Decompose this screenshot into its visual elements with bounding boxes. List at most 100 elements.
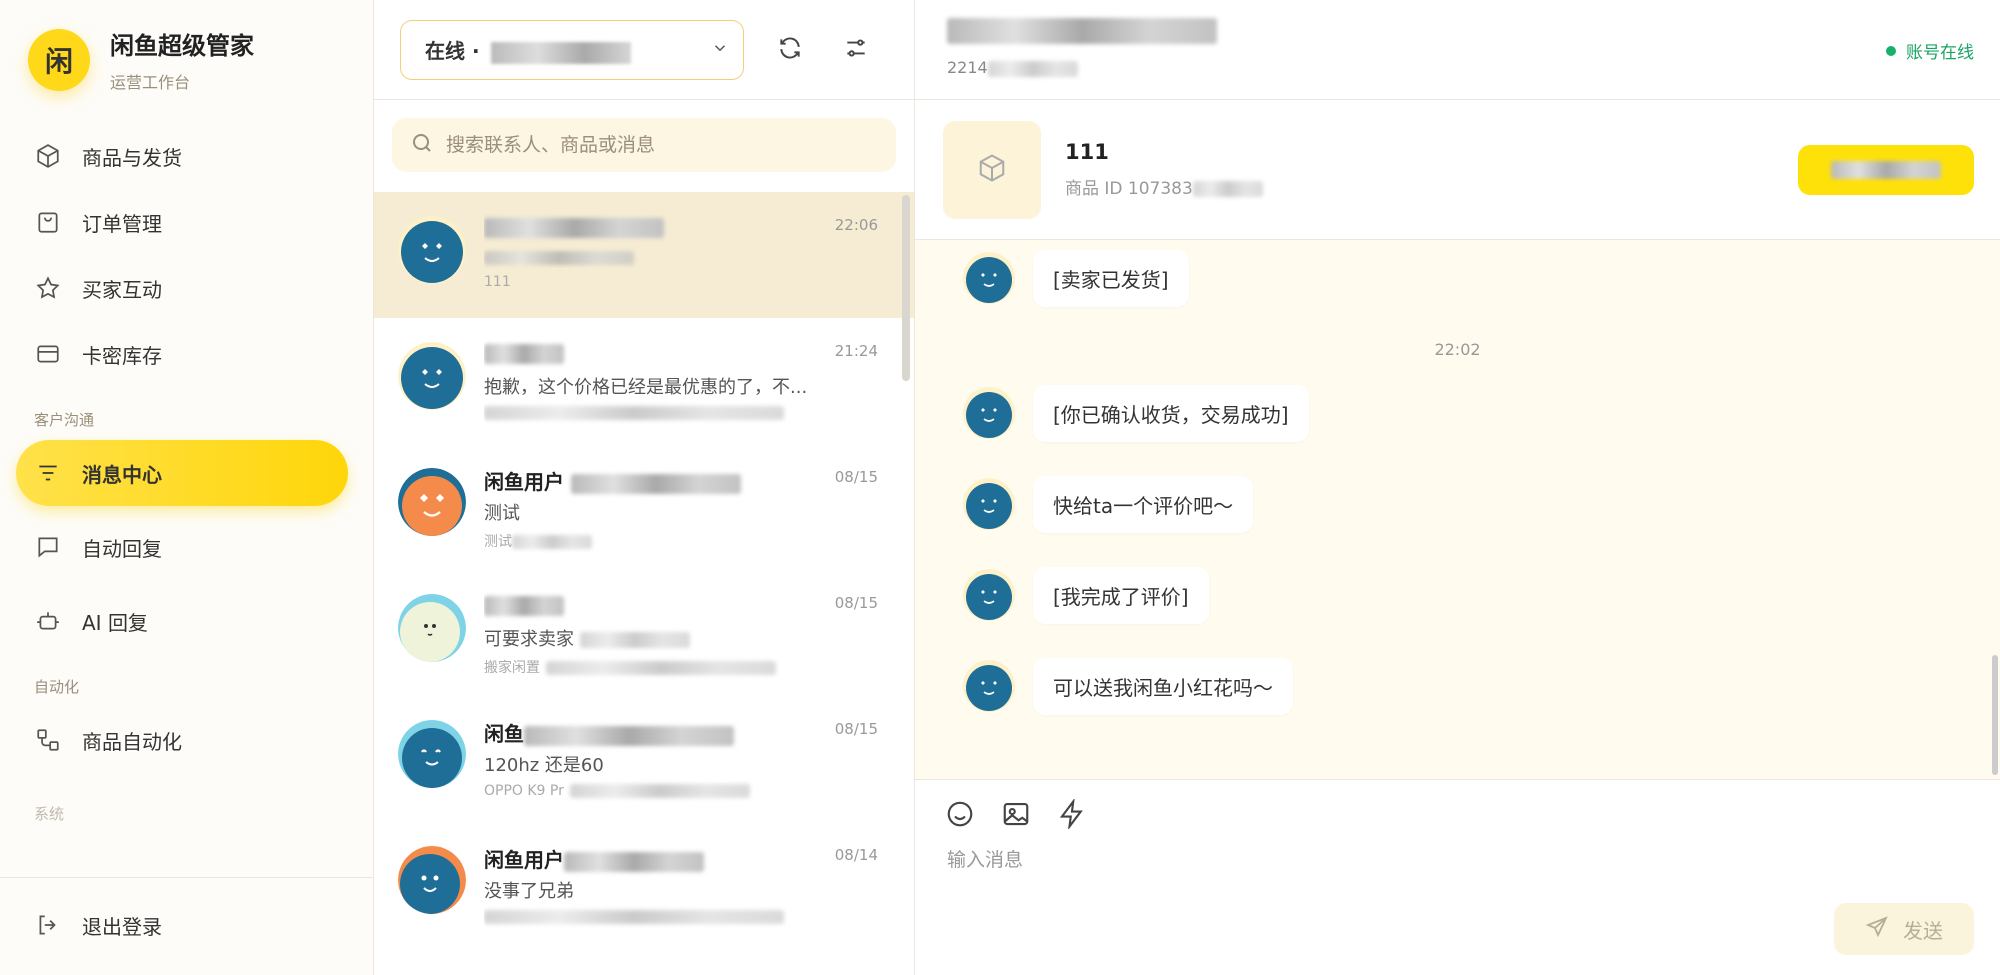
card-icon bbox=[34, 340, 62, 368]
conversation-last-message: 测试 bbox=[484, 503, 520, 524]
conversation-time: 21:24 bbox=[834, 342, 878, 360]
section-label-automation: 自动化 bbox=[34, 678, 80, 696]
sidebar-item-label: 订单管理 bbox=[82, 211, 162, 236]
brand-title: 闲鱼超级管家 bbox=[110, 32, 254, 60]
conversation-name: 闲鱼用户 bbox=[484, 466, 878, 496]
brand-subtitle: 运营工作台 bbox=[110, 73, 191, 92]
status-select-label: 在线 · bbox=[425, 39, 487, 63]
avatar bbox=[398, 468, 466, 536]
sidebar-item-product-automation[interactable]: 商品自动化 bbox=[16, 707, 348, 773]
avatar bbox=[398, 342, 466, 410]
message-bubble: [卖家已发货] bbox=[1033, 250, 1189, 307]
product-action-button[interactable] bbox=[1798, 145, 1974, 195]
message-item: 快给ta一个评价吧～ bbox=[963, 476, 1254, 533]
brand-logo: 闲 bbox=[28, 28, 90, 91]
lightning-icon bbox=[1057, 797, 1087, 833]
star-icon bbox=[34, 274, 62, 302]
conversation-product: 搬家闲置 bbox=[484, 657, 878, 677]
conversation-item[interactable]: 111 22:06 bbox=[374, 192, 914, 318]
send-label: 发送 bbox=[1903, 918, 1943, 943]
conversation-product bbox=[484, 909, 878, 925]
sidebar-item-label: 商品与发货 bbox=[82, 145, 182, 170]
product-card: 111 商品 ID 107383 bbox=[915, 100, 2000, 240]
sliders-icon bbox=[843, 35, 869, 65]
chat-panel: 2214 账号在线 111 商品 ID 107383 [卖家已发货] 22:02 bbox=[915, 0, 2000, 975]
conversation-last-message: 120hz 还是60 bbox=[484, 755, 604, 776]
sidebar: 闲 闲鱼超级管家 运营工作台 商品与发货 订单管理 买家互动 卡密库存 客户沟通… bbox=[0, 0, 374, 975]
chat-contact-name bbox=[947, 18, 1970, 48]
sidebar-item-card-inventory[interactable]: 卡密库存 bbox=[16, 321, 348, 387]
sidebar-footer: 退出登录 bbox=[0, 877, 373, 975]
message-bubble: 可以送我闲鱼小红花吗～ bbox=[1033, 658, 1293, 715]
message-scrollbar[interactable] bbox=[1992, 655, 1998, 775]
conversation-time: 08/14 bbox=[834, 846, 878, 864]
smile-icon bbox=[945, 799, 975, 833]
sidebar-item-message-center[interactable]: 消息中心 bbox=[16, 440, 348, 506]
box-icon bbox=[34, 142, 62, 170]
sidebar-item-label: 消息中心 bbox=[82, 462, 162, 487]
conversation-time: 08/15 bbox=[834, 594, 878, 612]
bag-icon bbox=[34, 208, 62, 236]
conversation-time: 08/15 bbox=[834, 720, 878, 738]
emoji-button[interactable] bbox=[943, 799, 977, 833]
chat-contact-id: 2214 bbox=[947, 58, 1970, 77]
send-button[interactable]: 发送 bbox=[1834, 903, 1974, 955]
chat-header: 2214 账号在线 bbox=[915, 0, 2000, 100]
sidebar-item-label: 买家互动 bbox=[82, 277, 162, 302]
message-bubble: 快给ta一个评价吧～ bbox=[1033, 476, 1254, 533]
sidebar-item-ai-reply[interactable]: AI 回复 bbox=[16, 588, 348, 654]
refresh-icon bbox=[777, 35, 803, 65]
sidebar-item-label: 自动回复 bbox=[82, 536, 162, 561]
avatar bbox=[963, 252, 1015, 304]
online-dot-icon bbox=[1886, 45, 1896, 56]
conversation-item[interactable]: 闲鱼用户 测试 测试 08/15 bbox=[374, 444, 914, 570]
sidebar-item-orders[interactable]: 订单管理 bbox=[16, 189, 348, 255]
avatar bbox=[963, 478, 1015, 530]
avatar bbox=[963, 660, 1015, 712]
conversation-product bbox=[484, 405, 878, 421]
send-icon bbox=[1865, 915, 1903, 944]
search-bar bbox=[392, 118, 896, 172]
account-online-status: 账号在线 bbox=[1886, 38, 1974, 63]
avatar bbox=[963, 387, 1015, 439]
redacted-account-name bbox=[490, 41, 631, 64]
search-input[interactable] bbox=[446, 134, 846, 156]
section-label-system: 系统 bbox=[34, 805, 65, 823]
conversation-product: 111 bbox=[484, 274, 511, 290]
message-item: [卖家已发货] bbox=[963, 250, 1189, 307]
conversation-item[interactable]: 闲鱼用户 没事了兄弟 08/14 bbox=[374, 822, 914, 948]
conversation-name: 闲鱼用户 bbox=[484, 844, 878, 874]
conversation-last-message: 没事了兄弟 bbox=[484, 881, 574, 902]
refresh-button[interactable] bbox=[770, 30, 810, 70]
avatar bbox=[398, 720, 466, 788]
quick-reply-button[interactable] bbox=[1055, 797, 1089, 833]
sidebar-item-buyer-interaction[interactable]: 买家互动 bbox=[16, 255, 348, 321]
filter-settings-button[interactable] bbox=[836, 30, 876, 70]
account-status-select[interactable]: 在线 · bbox=[400, 19, 744, 80]
conversation-name bbox=[484, 592, 878, 622]
message-composer: 发送 bbox=[915, 781, 2000, 975]
sidebar-item-label: AI 回复 bbox=[82, 610, 148, 635]
conversation-time: 08/15 bbox=[834, 468, 878, 486]
avatar bbox=[398, 594, 466, 662]
conversation-item[interactable]: 抱歉，这个价格已经是最优惠的了，不... 21:24 bbox=[374, 318, 914, 444]
logout-label: 退出登录 bbox=[82, 914, 162, 939]
sidebar-item-auto-reply[interactable]: 自动回复 bbox=[16, 514, 348, 580]
conversation-item[interactable]: 可要求卖家 搬家闲置 08/15 bbox=[374, 570, 914, 696]
conversation-last-message: 抱歉，这个价格已经是最优惠的了，不... bbox=[484, 377, 808, 398]
conversation-item[interactable]: 闲鱼 120hz 还是60 OPPO K9 Pr 08/15 bbox=[374, 696, 914, 822]
logout-button[interactable]: 退出登录 bbox=[16, 892, 348, 958]
image-button[interactable] bbox=[999, 799, 1033, 833]
logout-icon bbox=[34, 911, 62, 939]
conversation-product: OPPO K9 Pr bbox=[484, 783, 878, 799]
avatar bbox=[398, 846, 466, 914]
conversation-last-message bbox=[484, 247, 814, 268]
product-thumbnail bbox=[943, 120, 1041, 219]
conversation-list: 111 22:06 抱歉，这个价格已经是最优惠的了，不... 21:24 闲鱼用… bbox=[374, 192, 914, 975]
conversation-scrollbar[interactable] bbox=[902, 195, 910, 381]
message-list: [卖家已发货] 22:02 [你已确认收货，交易成功] 快给ta一个评价吧～ [… bbox=[915, 240, 2000, 780]
message-bubble: [你已确认收货，交易成功] bbox=[1033, 385, 1309, 442]
message-input[interactable] bbox=[947, 849, 1647, 871]
message-item: [我完成了评价] bbox=[963, 567, 1209, 624]
sidebar-item-products[interactable]: 商品与发货 bbox=[16, 123, 348, 189]
